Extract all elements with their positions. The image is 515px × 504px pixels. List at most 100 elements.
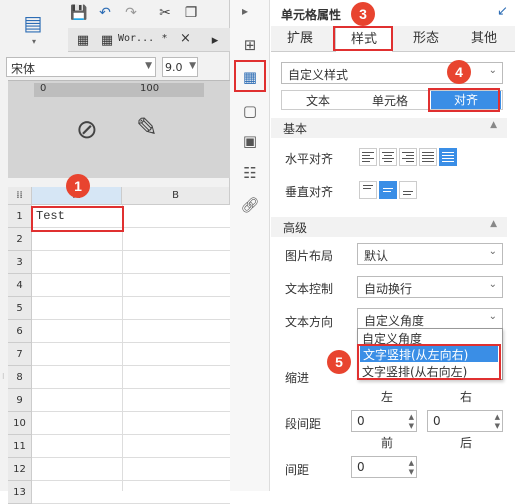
select-all-corner[interactable]: ⁞⁞: [8, 187, 32, 205]
spreadsheet-grid[interactable]: ⁞⁞ A B Test 12345678910111213: [8, 187, 230, 504]
spacing-value: 0: [357, 460, 365, 474]
collapse-icon[interactable]: ▸: [242, 4, 248, 18]
text-control-select[interactable]: 自动换行 ⌄: [357, 276, 503, 298]
spin-down-icon[interactable]: ▼: [495, 422, 500, 430]
table-row[interactable]: [32, 389, 230, 412]
subtab-cell[interactable]: 单元格: [355, 92, 425, 110]
tab-menu-icon[interactable]: ▸: [206, 31, 224, 49]
spacing-after-label: 后: [460, 436, 473, 450]
highlight-subtab-align: [428, 88, 500, 112]
row-header[interactable]: 1: [8, 205, 32, 228]
v-align-button-1[interactable]: [359, 181, 377, 199]
image-layout-value: 默认: [364, 249, 389, 263]
save-icon[interactable]: 💾: [70, 4, 88, 22]
widget-icon[interactable]: ▣: [239, 130, 261, 152]
layout-icon[interactable]: ⊞: [239, 34, 261, 56]
callout-badge-3: 3: [351, 2, 375, 26]
table-row[interactable]: [32, 297, 230, 320]
h-align-button-2[interactable]: [379, 148, 397, 166]
tab-extend[interactable]: 扩展: [271, 26, 329, 52]
edit-icon[interactable]: ✎: [136, 113, 158, 143]
callout-badge-4: 4: [447, 60, 471, 84]
text-direction-select[interactable]: 自定义角度 ⌄: [357, 308, 503, 330]
spin-up-icon[interactable]: ▲: [409, 459, 414, 467]
v-align-label: 垂直对齐: [285, 185, 334, 199]
column-header-b[interactable]: B: [122, 187, 230, 205]
row-header[interactable]: 12: [8, 458, 32, 481]
row-header[interactable]: 3: [8, 251, 32, 274]
ruler-mark: 100: [140, 83, 160, 94]
spin-up-icon[interactable]: ▲: [495, 413, 500, 421]
row-header[interactable]: 6: [8, 320, 32, 343]
report-icon: ▦: [100, 32, 114, 48]
row-header[interactable]: 9: [8, 389, 32, 412]
highlight-cell-a1: [31, 206, 124, 232]
table-row[interactable]: [32, 320, 230, 343]
collapse-caret-icon: ▲: [490, 219, 497, 229]
resize-handle[interactable]: ⁝: [2, 372, 5, 381]
spin-down-icon[interactable]: ▼: [409, 422, 414, 430]
row-header[interactable]: 11: [8, 435, 32, 458]
grid-icon[interactable]: ▦: [74, 31, 92, 49]
tab-form[interactable]: 形态: [397, 26, 455, 52]
condition-icon[interactable]: ☷: [239, 162, 261, 184]
redo-icon[interactable]: ↷: [122, 4, 140, 22]
table-row[interactable]: [32, 343, 230, 366]
h-align-button-1[interactable]: [359, 148, 377, 166]
font-size-value: 9.0: [165, 61, 183, 74]
tab-other[interactable]: 其他: [455, 26, 513, 52]
font-family-select[interactable]: 宋体 ▼: [6, 57, 156, 77]
file-tab-title[interactable]: Wor...: [118, 33, 154, 44]
text-direction-value: 自定义角度: [364, 314, 425, 328]
chevron-down-icon: ⌄: [488, 311, 497, 322]
spin-up-icon[interactable]: ▲: [409, 413, 414, 421]
section-basic-title: 基本: [283, 122, 308, 136]
h-align-label: 水平对齐: [285, 152, 334, 166]
section-basic[interactable]: 基本 ▲: [271, 118, 507, 138]
image-layout-select[interactable]: 默认 ⌄: [357, 243, 503, 265]
h-align-button-5[interactable]: [439, 148, 457, 166]
table-row[interactable]: [32, 274, 230, 297]
spacing-before-label: 前: [381, 436, 394, 450]
h-align-button-3[interactable]: [399, 148, 417, 166]
section-advanced[interactable]: 高级 ▲: [271, 217, 507, 237]
spacing-label: 间距: [285, 463, 310, 477]
row-header[interactable]: 4: [8, 274, 32, 297]
hyperlink-icon[interactable]: 🔗︎: [239, 194, 261, 216]
copy-icon[interactable]: ❐: [182, 4, 200, 22]
table-row[interactable]: [32, 251, 230, 274]
dock-icon[interactable]: ↙: [497, 4, 508, 19]
paragraph-spacing-after-input[interactable]: 0 ▲ ▼: [427, 410, 503, 432]
v-align-button-2[interactable]: [379, 181, 397, 199]
table-row[interactable]: [32, 481, 230, 504]
paragraph-spacing-before-value: 0: [357, 414, 365, 428]
chevron-down-icon: ⌄: [488, 279, 497, 290]
subtab-text[interactable]: 文本: [283, 92, 353, 110]
spin-down-icon[interactable]: ▼: [409, 468, 414, 476]
table-row[interactable]: [32, 435, 230, 458]
cell-preview: 0 100 ⊘ ✎: [8, 80, 230, 178]
row-header[interactable]: 5: [8, 297, 32, 320]
undo-icon[interactable]: ↶: [96, 4, 114, 22]
row-header[interactable]: 10: [8, 412, 32, 435]
template-menu-chevron-icon[interactable]: ▾: [28, 36, 40, 46]
hide-icon[interactable]: ⊘: [76, 115, 98, 145]
row-header[interactable]: 7: [8, 343, 32, 366]
font-size-select[interactable]: 9.0 ▼: [162, 57, 198, 77]
table-row[interactable]: [32, 458, 230, 481]
file-tab-close-icon[interactable]: ×: [180, 31, 191, 46]
cut-icon[interactable]: ✂: [156, 4, 174, 22]
chevron-down-icon: ▼: [189, 61, 196, 71]
row-header[interactable]: 8: [8, 366, 32, 389]
table-row[interactable]: [32, 412, 230, 435]
v-align-button-3[interactable]: [399, 181, 417, 199]
template-icon[interactable]: ▤: [20, 10, 46, 36]
row-header[interactable]: 13: [8, 481, 32, 504]
border-icon[interactable]: ▢: [239, 100, 261, 122]
table-row[interactable]: [32, 366, 230, 389]
cell-properties-panel: 单元格属性 ↙ 3 扩展 样式 形态 其他 自定义样式 ⌄ 4 文本 单元格 对…: [271, 0, 515, 491]
paragraph-spacing-before-input[interactable]: 0 ▲ ▼: [351, 410, 417, 432]
h-align-button-4[interactable]: [419, 148, 437, 166]
row-header[interactable]: 2: [8, 228, 32, 251]
spacing-input[interactable]: 0 ▲ ▼: [351, 456, 417, 478]
